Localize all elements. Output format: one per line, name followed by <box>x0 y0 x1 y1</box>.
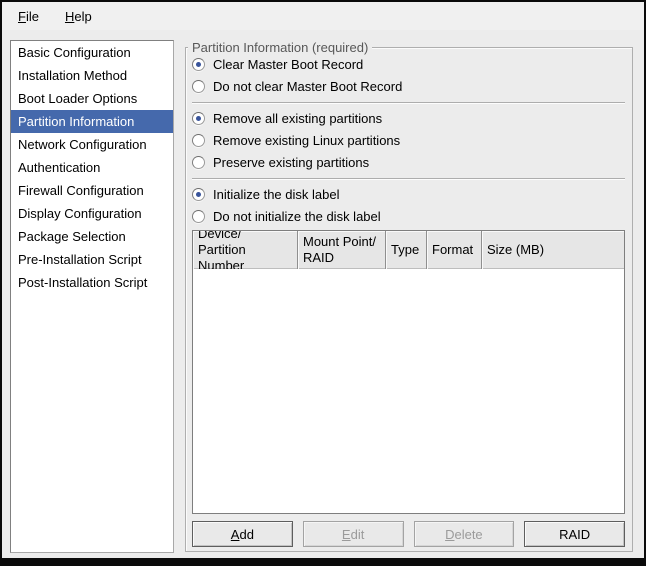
partition-information-frame: Partition Information (required) Clear M… <box>185 47 633 552</box>
radio-label: Preserve existing partitions <box>213 155 369 170</box>
partition-table-header: Device/ Partition Number Mount Point/ RA… <box>193 231 624 269</box>
sidebar-item-firewall-configuration[interactable]: Firewall Configuration <box>11 179 173 202</box>
radio-button-icon[interactable] <box>192 112 205 125</box>
radio-label: Do not initialize the disk label <box>213 209 381 224</box>
radio-do-not-initialize-disk-label[interactable]: Do not initialize the disk label <box>192 206 625 228</box>
edit-button[interactable]: Edit <box>303 521 404 547</box>
radio-remove-linux-partitions[interactable]: Remove existing Linux partitions <box>192 130 625 152</box>
radio-button-icon[interactable] <box>192 210 205 223</box>
radio-label: Do not clear Master Boot Record <box>213 79 402 94</box>
radio-initialize-disk-label[interactable]: Initialize the disk label <box>192 184 625 206</box>
radio-button-icon[interactable] <box>192 156 205 169</box>
column-header-type[interactable]: Type <box>386 231 427 269</box>
sidebar-item-installation-method[interactable]: Installation Method <box>11 64 173 87</box>
main-panel: Partition Information (required) Clear M… <box>185 40 633 553</box>
kickstart-configurator-window: File Help Basic Configuration Installati… <box>0 0 646 566</box>
raid-button[interactable]: RAID <box>524 521 625 547</box>
frame-title: Partition Information (required) <box>188 39 372 56</box>
sidebar-item-package-selection[interactable]: Package Selection <box>11 225 173 248</box>
content-area: Basic Configuration Installation Method … <box>2 30 644 558</box>
menu-file[interactable]: File <box>16 7 41 26</box>
separator <box>192 102 625 104</box>
category-list: Basic Configuration Installation Method … <box>10 40 174 553</box>
sidebar-item-display-configuration[interactable]: Display Configuration <box>11 202 173 225</box>
partition-table-body[interactable] <box>193 269 624 513</box>
radio-do-not-clear-mbr[interactable]: Do not clear Master Boot Record <box>192 76 625 98</box>
sidebar-item-network-configuration[interactable]: Network Configuration <box>11 133 173 156</box>
button-label: Add <box>231 527 254 542</box>
button-label: Delete <box>445 527 483 542</box>
radio-clear-mbr[interactable]: Clear Master Boot Record <box>192 54 625 76</box>
radio-preserve-partitions[interactable]: Preserve existing partitions <box>192 152 625 174</box>
column-header-size-mb[interactable]: Size (MB) <box>482 231 624 269</box>
partition-table: Device/ Partition Number Mount Point/ RA… <box>192 230 625 514</box>
sidebar-item-partition-information[interactable]: Partition Information <box>11 110 173 133</box>
radio-button-icon[interactable] <box>192 188 205 201</box>
radio-label: Clear Master Boot Record <box>213 57 363 72</box>
sidebar-item-basic-configuration[interactable]: Basic Configuration <box>11 41 173 64</box>
button-label: Edit <box>342 527 364 542</box>
radio-button-icon[interactable] <box>192 80 205 93</box>
radio-label: Remove all existing partitions <box>213 111 382 126</box>
table-button-row: Add Edit Delete RAID <box>192 521 625 547</box>
button-label: RAID <box>559 527 590 542</box>
menu-help[interactable]: Help <box>63 7 94 26</box>
sidebar-item-pre-installation-script[interactable]: Pre-Installation Script <box>11 248 173 271</box>
sidebar-item-boot-loader-options[interactable]: Boot Loader Options <box>11 87 173 110</box>
sidebar-item-authentication[interactable]: Authentication <box>11 156 173 179</box>
menubar: File Help <box>2 2 644 30</box>
sidebar-item-post-installation-script[interactable]: Post-Installation Script <box>11 271 173 294</box>
radio-button-icon[interactable] <box>192 134 205 147</box>
delete-button[interactable]: Delete <box>414 521 515 547</box>
column-header-format[interactable]: Format <box>427 231 482 269</box>
column-header-device-partition-number[interactable]: Device/ Partition Number <box>193 231 298 269</box>
radio-label: Initialize the disk label <box>213 187 339 202</box>
column-header-mount-point-raid[interactable]: Mount Point/ RAID <box>298 231 386 269</box>
radio-label: Remove existing Linux partitions <box>213 133 400 148</box>
radio-button-icon[interactable] <box>192 58 205 71</box>
add-button[interactable]: Add <box>192 521 293 547</box>
separator <box>192 178 625 180</box>
radio-remove-all-partitions[interactable]: Remove all existing partitions <box>192 108 625 130</box>
